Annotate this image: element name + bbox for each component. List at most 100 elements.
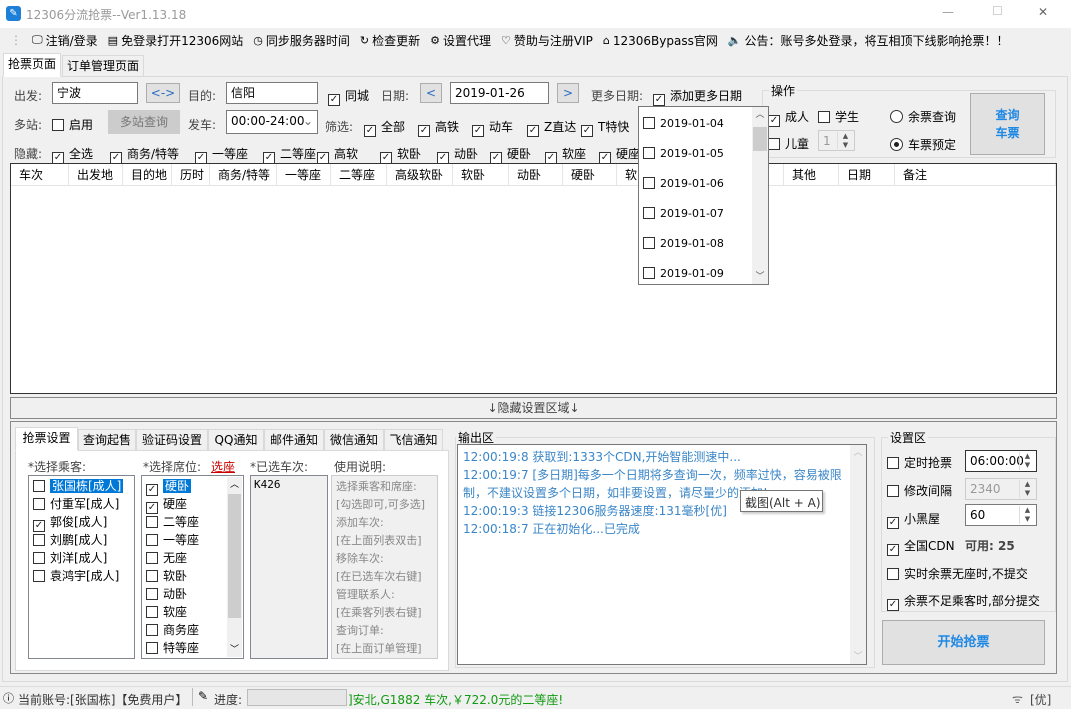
list-item[interactable]: 刘鹏[成人]	[29, 531, 134, 549]
adult-checkbox[interactable]: 成人	[768, 108, 809, 127]
scroll-up-icon[interactable]: ︿	[752, 107, 768, 120]
toolbar-item[interactable]: ♡ 赞助与注册VIP	[501, 32, 593, 49]
filter-checkbox[interactable]: T特快	[581, 118, 629, 137]
toolbar-item[interactable]: ⌂ 12306Bypass官网	[603, 32, 718, 49]
interval-input[interactable]: 2340 ▲ ▼	[965, 478, 1037, 500]
list-item[interactable]: 刘洋[成人]	[29, 549, 134, 567]
to-input[interactable]: 信阳	[226, 82, 318, 104]
next-date-button[interactable]: >	[557, 83, 579, 103]
hide-checkbox[interactable]: 二等座	[263, 145, 316, 164]
realtime-no-seat-checkbox[interactable]: 实时余票无座时,不提交	[887, 565, 1028, 582]
scroll-down-icon[interactable]: ﹀	[850, 649, 866, 662]
date-option[interactable]: 2019-01-07	[643, 207, 724, 220]
hide-checkbox[interactable]: 软卧	[380, 145, 421, 164]
remaining-query-radio[interactable]: 余票查询	[890, 108, 956, 125]
scroll-down-icon[interactable]: ﹀	[752, 269, 768, 282]
filter-checkbox[interactable]: 高铁	[418, 118, 459, 137]
date-option[interactable]: 2019-01-04	[643, 117, 724, 130]
date-input[interactable]: 2019-01-26	[450, 82, 549, 104]
hidden-settings-toggle[interactable]: ↓隐藏设置区域↓	[10, 397, 1057, 419]
hide-checkbox[interactable]: 一等座	[195, 145, 248, 164]
toolbar-item[interactable]: ↻ 检查更新	[360, 32, 420, 49]
choose-seat-link[interactable]: 选座	[211, 458, 235, 475]
selected-train[interactable]: K426	[254, 478, 324, 491]
blackroom-input[interactable]: 60 ▲ ▼	[965, 504, 1037, 526]
toolbar-item[interactable]: 🔈 公告：账号多处登录，将互相顶下线影响抢票！！	[728, 32, 1009, 49]
filter-checkbox[interactable]: 全部	[364, 118, 405, 137]
log-scrollbar[interactable]: ︿ ﹀	[850, 445, 866, 664]
spinner-arrows-icon[interactable]: ▲ ▼	[837, 132, 853, 149]
column-header[interactable]: 其他	[784, 164, 839, 186]
output-log[interactable]: ︿ ﹀ 12:00:19:8 获取到:1333个CDN,开始智能测速中... 12:…	[457, 444, 867, 665]
student-checkbox[interactable]: 学生	[818, 108, 859, 125]
timed-grab-time-input[interactable]: 06:00:00 ▲ ▼	[965, 450, 1037, 472]
swap-button[interactable]: <->	[146, 83, 180, 103]
scroll-up-icon[interactable]: ︿	[850, 445, 866, 458]
child-count-spinner[interactable]: 1 ▲ ▼	[818, 130, 855, 151]
date-option[interactable]: 2019-01-09	[643, 267, 724, 280]
date-option[interactable]: 2019-01-08	[643, 237, 724, 250]
child-checkbox[interactable]: 儿童	[768, 135, 809, 152]
ticket-booking-radio[interactable]: 车票预定	[890, 136, 956, 153]
settings-tab[interactable]: QQ通知	[208, 429, 264, 451]
hide-checkbox[interactable]: 硬座	[599, 145, 640, 164]
settings-tab[interactable]: 抢票设置	[15, 427, 78, 451]
column-header[interactable]: 软卧	[453, 164, 509, 186]
column-header[interactable]: 硬卧	[563, 164, 617, 186]
list-item[interactable]: 郭俊[成人]	[29, 513, 134, 532]
settings-tab[interactable]: 微信通知	[324, 429, 384, 451]
same-city-checkbox[interactable]: 同城	[328, 87, 369, 106]
column-header[interactable]: 动卧	[509, 164, 563, 186]
tab-grab-tickets[interactable]: 抢票页面	[3, 53, 61, 77]
multi-station-query-button[interactable]: 多站查询	[108, 110, 180, 134]
toolbar-grip[interactable]: ⋮	[10, 33, 22, 47]
partial-submit-checkbox[interactable]: 余票不足乘客时,部分提交	[887, 592, 1040, 611]
spinner-arrows-icon[interactable]: ▲ ▼	[1019, 506, 1035, 524]
depart-time-select[interactable]: 00:00-24:00 ⌄	[226, 110, 318, 134]
list-item[interactable]: 袁鸿宇[成人]	[29, 567, 134, 585]
timed-grab-checkbox[interactable]: 定时抢票	[887, 454, 952, 471]
selected-trains-list[interactable]: K426	[250, 475, 328, 659]
column-header[interactable]: 日期	[839, 164, 895, 186]
scroll-up-icon[interactable]: ︿	[227, 477, 242, 490]
date-option[interactable]: 2019-01-05	[643, 147, 724, 160]
column-header[interactable]: 二等座	[331, 164, 387, 186]
hide-checkbox[interactable]: 硬卧	[490, 145, 531, 164]
date-option[interactable]: 2019-01-06	[643, 177, 724, 190]
column-header[interactable]: 车次	[11, 164, 69, 186]
add-more-dates-checkbox[interactable]: 添加更多日期	[653, 87, 742, 106]
seat-list[interactable]: 硬卧硬座二等座一等座无座软卧动卧软座商务座特等座 ︿ ﹀	[141, 475, 244, 659]
hide-checkbox[interactable]: 高软	[317, 145, 358, 164]
column-header[interactable]: 历时	[172, 164, 210, 186]
list-item[interactable]: 张国栋[成人]	[29, 477, 134, 495]
toolbar-item[interactable]: ⚙ 设置代理	[430, 32, 491, 49]
column-header[interactable]: 高级软卧	[387, 164, 453, 186]
spinner-arrows-icon[interactable]: ▲ ▼	[1019, 480, 1035, 498]
settings-tab[interactable]: 查询起售	[78, 429, 136, 451]
toolbar-item[interactable]: ▤ 免登录打开12306网站	[108, 32, 244, 49]
national-cdn-checkbox[interactable]: 全国CDN	[887, 537, 955, 556]
multi-station-enable-checkbox[interactable]: 启用	[52, 116, 93, 133]
column-header[interactable]: 出发地	[69, 164, 123, 186]
hide-checkbox[interactable]: 商务/特等	[110, 145, 179, 164]
more-dates-dropdown[interactable]: 2019-01-04 2019-01-05 2019-01-06 2019-01-07…	[638, 106, 769, 285]
blackroom-checkbox[interactable]: 小黑屋	[887, 510, 940, 529]
column-header[interactable]: 目的地	[123, 164, 172, 186]
column-header[interactable]: 商务/特等	[210, 164, 277, 186]
settings-tab[interactable]: 邮件通知	[264, 429, 324, 451]
column-header[interactable]: 一等座	[277, 164, 331, 186]
hide-checkbox[interactable]: 全选	[52, 145, 93, 164]
filter-checkbox[interactable]: Z直达	[527, 118, 576, 137]
list-item[interactable]: 付重军[成人]	[29, 495, 134, 513]
filter-checkbox[interactable]: 动车	[472, 118, 513, 137]
train-results-table[interactable]: 车次 出发地 目的地 历时 商务/特等 一等座 二等座 高级软卧 软卧 动卧 硬卧软其他 日期 备注	[10, 163, 1057, 394]
toolbar-item[interactable]: 🖵 注销/登录	[32, 32, 98, 49]
settings-tab[interactable]: 飞信通知	[384, 429, 443, 451]
hide-checkbox[interactable]: 动卧	[437, 145, 478, 164]
hide-checkbox[interactable]: 软座	[545, 145, 586, 164]
seat-list-scrollbar[interactable]: ︿ ﹀	[227, 477, 242, 657]
toolbar-item[interactable]: ◷ 同步服务器时间	[253, 32, 350, 49]
tab-order-management[interactable]: 订单管理页面	[62, 55, 144, 77]
start-grab-button[interactable]: 开始抢票	[882, 620, 1045, 665]
scroll-down-icon[interactable]: ﹀	[227, 642, 242, 655]
